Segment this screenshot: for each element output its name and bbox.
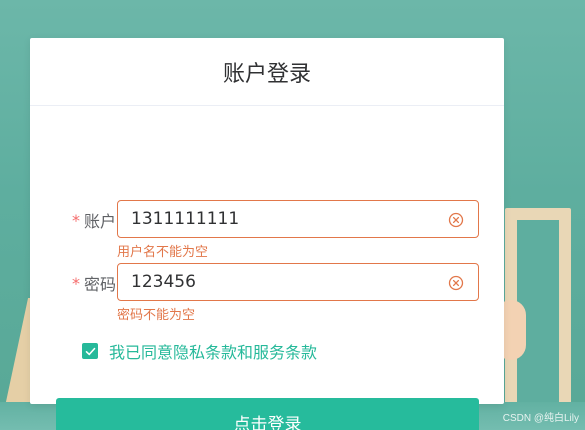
required-mark: *: [71, 273, 80, 293]
account-label-text: 账户: [83, 212, 116, 231]
checkmark-icon: [85, 347, 95, 355]
agree-checkbox[interactable]: [82, 343, 98, 359]
account-error-message: 用户名不能为空: [117, 245, 209, 260]
password-row: * 密码 密码不能为空: [30, 263, 504, 323]
watermark: CSDN @纯白Lily: [502, 413, 579, 424]
account-row: * 账户 用户名不能为空: [30, 200, 504, 260]
card-header: 账户登录: [30, 38, 504, 106]
password-label: * 密码: [54, 263, 116, 303]
agree-row[interactable]: 我已同意隐私条款和服务条款: [82, 339, 317, 363]
password-input[interactable]: [118, 265, 428, 299]
login-card: 账户登录 * 账户 用户名不能为空 * 密码: [30, 38, 504, 430]
account-input-wrapper: [117, 200, 479, 238]
password-error-message: 密码不能为空: [117, 308, 196, 323]
clear-icon[interactable]: [448, 275, 464, 291]
required-mark: *: [71, 210, 80, 230]
password-input-wrapper: [117, 263, 479, 301]
password-label-text: 密码: [83, 275, 116, 294]
account-label: * 账户: [54, 200, 116, 240]
agree-label[interactable]: 我已同意隐私条款和服务条款: [109, 339, 317, 363]
account-input[interactable]: [118, 202, 428, 236]
login-button[interactable]: 点击登录: [56, 398, 479, 430]
clear-icon[interactable]: [448, 212, 464, 228]
card-title: 账户登录: [222, 61, 311, 87]
